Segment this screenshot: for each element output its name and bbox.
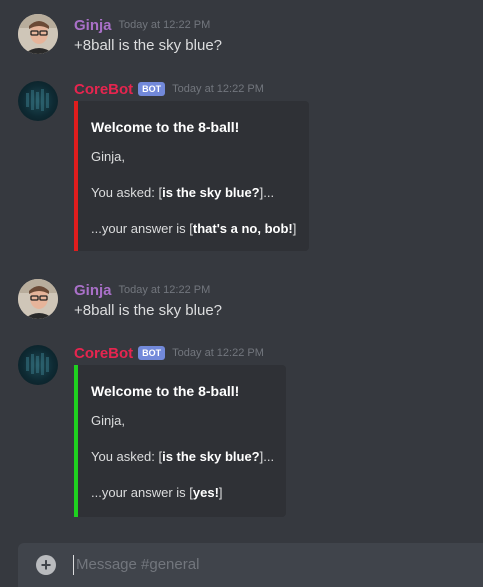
bot-avatar-icon xyxy=(26,89,49,111)
message-bot: CoreBot BOT Today at 12:22 PM Welcome to… xyxy=(0,342,483,518)
message-bot: CoreBot BOT Today at 12:22 PM Welcome to… xyxy=(0,78,483,254)
embed-answer: ...your answer is [yes!] xyxy=(91,485,223,500)
bot-avatar-icon xyxy=(26,353,49,375)
timestamp: Today at 12:22 PM xyxy=(118,19,211,31)
embed-answer: ...your answer is [that's a no, bob!] xyxy=(91,221,297,236)
bot-avatar[interactable] xyxy=(18,345,58,385)
message-text: +8ball is the sky blue? xyxy=(74,37,223,54)
author-name[interactable]: Ginja xyxy=(74,282,112,299)
embed-question: You asked: [is the sky blue?]... xyxy=(91,185,275,200)
user-avatar[interactable] xyxy=(18,279,58,319)
timestamp: Today at 12:22 PM xyxy=(118,284,211,296)
bot-badge: BOT xyxy=(138,82,166,96)
text-caret xyxy=(73,555,74,575)
embed-question: You asked: [is the sky blue?]... xyxy=(91,449,275,464)
author-name[interactable]: CoreBot xyxy=(74,345,133,362)
timestamp: Today at 12:22 PM xyxy=(172,83,264,95)
plus-circle-icon[interactable]: + xyxy=(36,555,56,575)
message-input[interactable]: Message #general xyxy=(76,555,199,575)
message-text: +8ball is the sky blue? xyxy=(74,302,223,319)
author-name[interactable]: CoreBot xyxy=(74,81,133,98)
user-avatar-icon xyxy=(18,14,58,54)
message-user: Ginja Today at 12:22 PM +8ball is the sk… xyxy=(0,14,483,58)
bot-badge: BOT xyxy=(138,346,166,360)
user-avatar[interactable] xyxy=(18,14,58,54)
embed-card: Welcome to the 8-ball! Ginja, You asked:… xyxy=(74,101,309,251)
embed-greeting: Ginja, xyxy=(91,149,125,164)
message-input-bar: + Message #general xyxy=(18,543,483,587)
bot-avatar[interactable] xyxy=(18,81,58,121)
embed-title: Welcome to the 8-ball! xyxy=(91,383,240,399)
message-user: Ginja Today at 12:22 PM +8ball is the sk… xyxy=(0,279,483,323)
user-avatar-icon xyxy=(18,279,58,319)
author-name[interactable]: Ginja xyxy=(74,17,112,34)
embed-greeting: Ginja, xyxy=(91,413,125,428)
embed-title: Welcome to the 8-ball! xyxy=(91,119,240,135)
embed-card: Welcome to the 8-ball! Ginja, You asked:… xyxy=(74,365,286,517)
timestamp: Today at 12:22 PM xyxy=(172,347,264,359)
